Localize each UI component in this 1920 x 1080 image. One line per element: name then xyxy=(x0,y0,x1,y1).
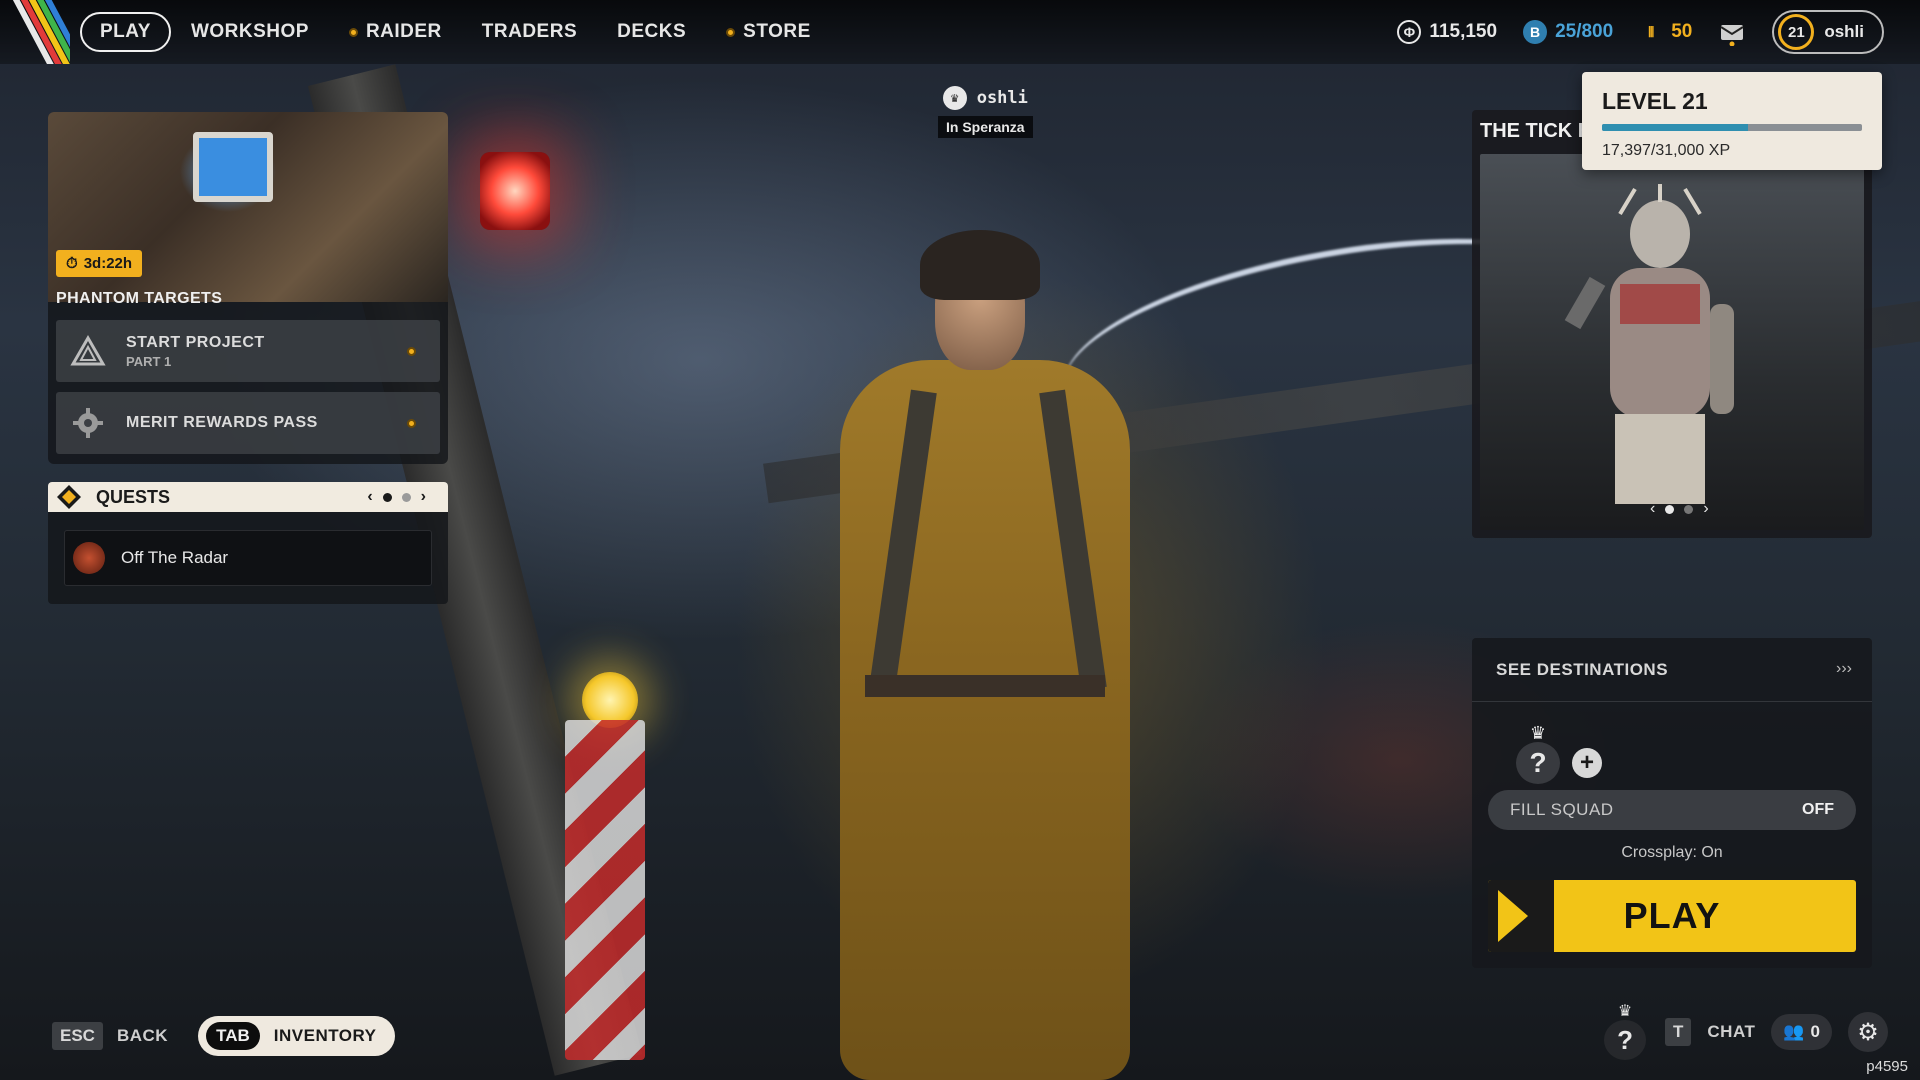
warning-triangle-icon xyxy=(70,335,106,366)
level-tooltip: LEVEL 21 17,397/31,000 XP xyxy=(1582,72,1882,170)
chevron-right-icon[interactable]: › xyxy=(421,488,426,506)
nav-decks[interactable]: DECKS xyxy=(597,13,706,51)
main-nav: PLAY WORKSHOP RAIDER TRADERS DECKS STORE xyxy=(80,12,831,52)
xp-progress-bar xyxy=(1602,124,1862,131)
bottom-left-controls: ESC BACK TAB INVENTORY xyxy=(52,1016,395,1056)
gear-badge-icon xyxy=(73,408,103,438)
merit-rewards-pass-button[interactable]: MERIT REWARDS PASS xyxy=(56,392,440,454)
currency-bar: Φ 115,150 B 25/800 ⦀ 50 21 oshli xyxy=(1397,10,1884,54)
featured-title: THE TICK H xyxy=(1480,120,1593,142)
level-title: LEVEL 21 xyxy=(1602,88,1708,114)
striped-barrier xyxy=(565,720,645,1060)
notification-dot-icon xyxy=(348,27,358,37)
unknown-player-icon: ? xyxy=(1604,1020,1647,1060)
monitor-illustration xyxy=(193,132,273,202)
notification-dot-icon xyxy=(407,346,416,356)
coin-icon: Φ xyxy=(1397,20,1422,44)
phantom-targets-title: PHANTOM TARGETS xyxy=(56,290,223,307)
see-destinations-button[interactable]: SEE DESTINATIONS ››› xyxy=(1472,638,1872,702)
fast-forward-icon: ››› xyxy=(1836,660,1852,677)
build-version: p4595 xyxy=(1866,1058,1908,1075)
featured-outfit-image[interactable]: ‹ › xyxy=(1480,154,1864,530)
nav-play[interactable]: PLAY xyxy=(80,12,171,52)
tab-key-hint: TAB xyxy=(206,1022,260,1050)
player-location: In Speranza xyxy=(938,116,1033,138)
crown-icon: ♛ xyxy=(1617,1003,1633,1020)
settings-gear-icon[interactable]: ⚙ xyxy=(1848,1012,1888,1052)
esc-key-hint: ESC xyxy=(52,1022,103,1050)
profile-username: oshli xyxy=(1824,22,1864,41)
outfit-character-illustration xyxy=(1564,184,1734,504)
player-name: oshli xyxy=(976,88,1028,108)
nav-raider[interactable]: RAIDER xyxy=(329,13,462,51)
nav-traders[interactable]: TRADERS xyxy=(462,13,597,51)
xp-progress-fill xyxy=(1602,124,1748,131)
chevron-right-icon[interactable]: › xyxy=(1703,500,1708,518)
back-button[interactable]: BACK xyxy=(117,1026,168,1046)
start-project-button[interactable]: START PROJECT PART 1 xyxy=(56,320,440,382)
quests-panel: QUESTS ‹ › Off The Radar xyxy=(48,482,448,604)
nav-workshop[interactable]: WORKSHOP xyxy=(171,13,329,51)
mail-icon[interactable] xyxy=(1718,18,1746,47)
quest-name: Off The Radar xyxy=(121,548,229,567)
pager-dot[interactable] xyxy=(401,492,411,502)
timer-icon: ⏱ xyxy=(66,255,78,272)
quests-pager: ‹ › xyxy=(367,488,426,506)
featured-pager: ‹ › xyxy=(1650,500,1709,518)
top-navigation-bar: PLAY WORKSHOP RAIDER TRADERS DECKS STORE… xyxy=(0,0,1920,64)
play-button[interactable]: PLAY xyxy=(1488,880,1856,952)
notification-dot-icon xyxy=(726,27,736,37)
squad-slot-leader[interactable]: ♛ ? xyxy=(1514,724,1562,784)
pager-dot-active[interactable] xyxy=(382,492,392,502)
fill-squad-toggle[interactable]: FILL SQUAD OFF xyxy=(1488,790,1856,830)
level-ring: 21 xyxy=(1778,14,1815,50)
phantom-targets-panel[interactable]: ⏱ 3d:22h PHANTOM TARGETS START PROJECT P… xyxy=(48,112,448,464)
friends-count: 0 xyxy=(1810,1022,1820,1041)
friends-button[interactable]: 👥 0 xyxy=(1771,1014,1832,1050)
add-squad-member-button[interactable]: + xyxy=(1572,748,1602,778)
pager-dot[interactable] xyxy=(1684,504,1694,514)
play-chevron-icon xyxy=(1488,880,1554,952)
quest-giver-avatar xyxy=(73,542,105,574)
raider-tokens-counter[interactable]: ⦀ 50 xyxy=(1639,20,1692,44)
party-leader-slot[interactable]: ♛ ? xyxy=(1601,1004,1649,1060)
crown-icon: ♛ xyxy=(942,86,967,110)
quest-item[interactable]: Off The Radar xyxy=(64,530,432,586)
raider-token-icon: ⦀ xyxy=(1648,23,1655,40)
unknown-player-icon: ? xyxy=(1516,742,1560,784)
crown-icon: ♛ xyxy=(1529,723,1547,743)
xp-text: 17,397/31,000 XP xyxy=(1602,142,1731,159)
profile-button[interactable]: 21 oshli xyxy=(1772,10,1884,54)
featured-store-panel[interactable]: THE TICK H ‹ › xyxy=(1472,110,1872,538)
chat-button[interactable]: CHAT xyxy=(1707,1022,1755,1042)
tokens-counter[interactable]: B 25/800 xyxy=(1523,20,1613,44)
red-lamp xyxy=(480,152,550,230)
notification-dot-icon xyxy=(407,418,416,428)
quests-title: QUESTS xyxy=(96,486,171,507)
chevron-left-icon[interactable]: ‹ xyxy=(367,488,372,506)
inventory-button[interactable]: TAB INVENTORY xyxy=(198,1016,395,1056)
timer-badge: ⏱ 3d:22h xyxy=(56,250,143,277)
coins-counter[interactable]: Φ 115,150 xyxy=(1397,20,1497,44)
pager-dot-active[interactable] xyxy=(1665,504,1675,514)
player-nameplate: ♛ oshli In Speranza xyxy=(938,86,1033,138)
nav-store[interactable]: STORE xyxy=(706,13,831,51)
chat-key-hint: T xyxy=(1665,1018,1692,1046)
friends-icon: 👥 xyxy=(1783,1022,1805,1041)
chevron-left-icon[interactable]: ‹ xyxy=(1650,500,1655,518)
bottom-right-controls: ♛ ? T CHAT 👥 0 ⚙ xyxy=(1601,1004,1888,1060)
squad-panel: SEE DESTINATIONS ››› ♛ ? + FILL SQUAD OF… xyxy=(1472,638,1872,968)
rainbow-logo xyxy=(0,0,70,64)
quest-diamond-icon xyxy=(57,485,81,509)
crossplay-status: Crossplay: On xyxy=(1621,844,1723,861)
token-icon: B xyxy=(1523,20,1548,44)
player-character xyxy=(770,230,1190,1080)
